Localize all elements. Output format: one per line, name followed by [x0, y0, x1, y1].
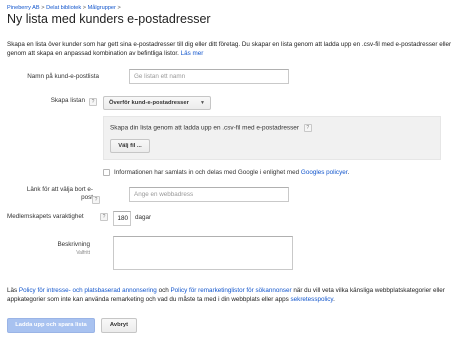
upload-and-save-button[interactable]: Ladda upp och spara lista [7, 318, 95, 333]
breadcrumb-item-shared-library[interactable]: Delat bibliotek [46, 5, 81, 11]
create-list-help-icon[interactable]: ? [89, 98, 97, 106]
google-policies-link[interactable]: Googles policyer [301, 169, 348, 176]
intro-description: Skapa en lista över kunder som har gett … [7, 41, 452, 57]
consent-statement: Informationen har samlats in och delas m… [114, 169, 300, 176]
policy-notice-text-2: och [158, 287, 169, 294]
description-label: Beskrivning [57, 241, 90, 248]
optout-label-line2: post [81, 194, 93, 201]
description-textarea[interactable] [113, 236, 293, 270]
privacy-policy-link[interactable]: sekretesspolicy [291, 296, 334, 303]
intro-text: Skapa en lista över kunder som har gett … [7, 40, 455, 58]
create-list-dropdown-value: Överför kund-e-postadresser [109, 100, 189, 106]
page-title: Ny lista med kunders e-postadresser [7, 12, 211, 26]
duration-label: Medlemskapets varaktighet [7, 213, 84, 220]
duration-unit: dagar [135, 214, 152, 221]
create-list-label: Skapa listan [50, 97, 85, 104]
breadcrumb-item-account[interactable]: Pineberry AB [7, 5, 40, 11]
duration-help-icon[interactable]: ? [100, 213, 108, 221]
optout-help-icon[interactable]: ? [92, 196, 100, 204]
breadcrumb-separator: > [41, 5, 45, 11]
cancel-button[interactable]: Avbryt [101, 318, 137, 333]
policy-notice-text-4: . [333, 296, 335, 303]
list-name-label: Namn på kund-e-postlista [27, 73, 99, 80]
remarketing-policy-link[interactable]: Policy för remarketinglistor för sökanno… [170, 287, 291, 294]
optout-label-line1: Länk för att välja bort e- [26, 186, 93, 193]
optout-url-input[interactable]: Ange en webbadress [129, 187, 289, 202]
duration-input[interactable]: 180 [113, 211, 131, 226]
upload-help-icon[interactable]: ? [303, 124, 312, 132]
upload-instructions: Skapa din lista genom att ladda upp en .… [110, 124, 299, 132]
policy-notice-text-1: Läs [7, 287, 18, 294]
consent-checkbox[interactable] [103, 169, 110, 176]
breadcrumb: Pineberry AB > Delat bibliotek > Målgrup… [7, 5, 121, 11]
choose-file-button[interactable]: Välj fil ... [110, 139, 150, 153]
interest-policy-link[interactable]: Policy för intresse- och platsbaserad an… [19, 287, 157, 294]
learn-more-link[interactable]: Läs mer [181, 50, 204, 57]
description-optional-label: Valfritt [76, 250, 90, 256]
optout-label: Länk för att välja bort e- post [7, 186, 93, 202]
policy-notice: Läs Policy för intresse- och platsbasera… [7, 286, 457, 304]
breadcrumb-separator: > [117, 5, 121, 11]
consent-text: Informationen har samlats in och delas m… [114, 169, 349, 176]
upload-panel-text: Skapa din lista genom att ladda upp en .… [110, 124, 312, 132]
list-name-input[interactable]: Ge listan ett namn [129, 69, 289, 84]
create-list-dropdown[interactable]: Överför kund-e-postadresser ▼ [103, 96, 211, 110]
breadcrumb-separator: > [82, 5, 87, 11]
upload-panel [103, 116, 441, 160]
chevron-down-icon: ▼ [200, 100, 205, 106]
breadcrumb-item-audiences[interactable]: Målgrupper [88, 5, 116, 11]
consent-period: . [347, 169, 350, 176]
